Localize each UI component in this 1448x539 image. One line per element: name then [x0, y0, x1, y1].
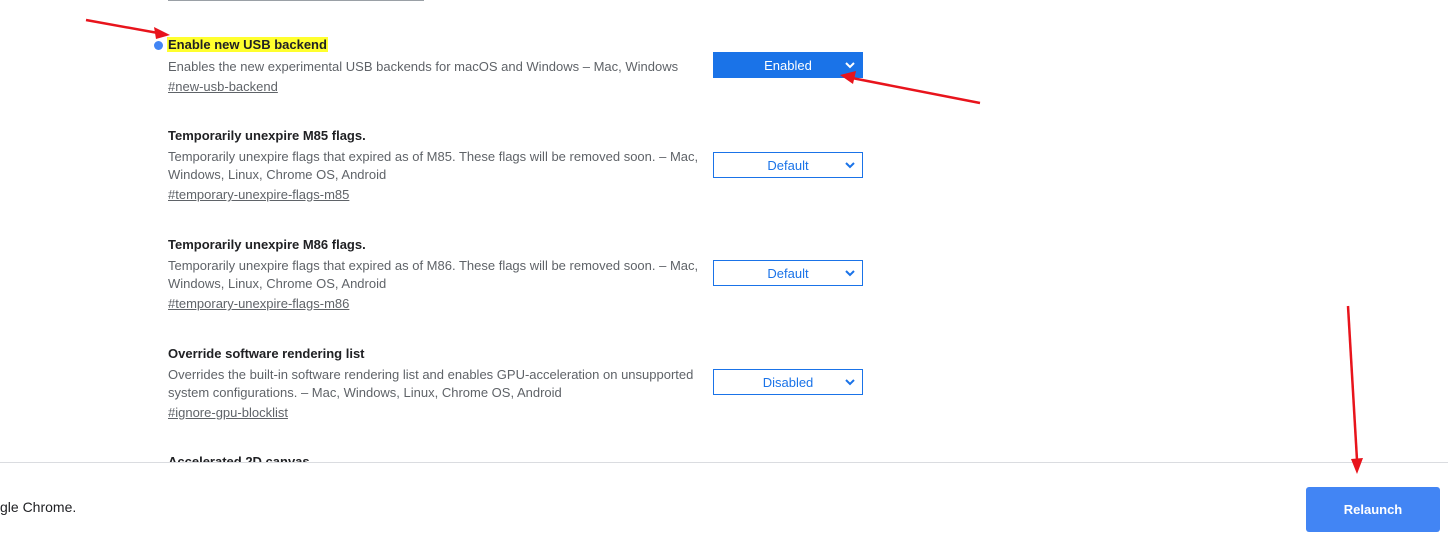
flag-item-unexpire-m85: Temporarily unexpire M85 flags. Temporar…	[168, 127, 708, 204]
select-value: Default	[767, 265, 809, 281]
relaunch-footer: gle Chrome. Relaunch	[0, 462, 1448, 539]
flag-item-unexpire-m86: Temporarily unexpire M86 flags. Temporar…	[168, 236, 708, 313]
flag-title: Temporarily unexpire M86 flags.	[168, 237, 366, 252]
flag-select-unexpire-m85[interactable]: Default	[713, 152, 863, 178]
flags-list: Enable new USB backend Enables the new e…	[0, 0, 1448, 462]
flag-title: Accelerated 2D canvas	[168, 454, 310, 462]
flag-title: Enable new USB backend	[167, 37, 328, 52]
chevron-down-icon	[845, 62, 855, 69]
flag-permalink[interactable]: #ignore-gpu-blocklist	[168, 404, 288, 422]
flag-select-unexpire-m86[interactable]: Default	[713, 260, 863, 286]
modified-indicator-dot	[154, 41, 163, 50]
flag-title: Temporarily unexpire M85 flags.	[168, 128, 366, 143]
flag-select-new-usb-backend[interactable]: Enabled	[713, 52, 863, 78]
flag-permalink[interactable]: #temporary-unexpire-flags-m85	[168, 186, 349, 204]
chevron-down-icon	[845, 379, 855, 386]
flag-item-accelerated-2d-canvas: Accelerated 2D canvas	[168, 453, 708, 462]
select-value: Disabled	[762, 374, 814, 390]
relaunch-message: gle Chrome.	[0, 499, 77, 515]
flag-description: Temporarily unexpire flags that expired …	[168, 258, 699, 291]
flag-permalink[interactable]: #temporary-unexpire-flags-m86	[168, 295, 349, 313]
relaunch-button[interactable]: Relaunch	[1306, 487, 1440, 532]
flag-select-ignore-gpu-blocklist[interactable]: Disabled	[713, 369, 863, 395]
flag-permalink[interactable]: #new-usb-backend	[168, 78, 278, 96]
flag-description: Temporarily unexpire flags that expired …	[168, 149, 699, 182]
chevron-down-icon	[845, 162, 855, 169]
select-value: Enabled	[764, 57, 812, 73]
flag-title: Override software rendering list	[168, 346, 365, 361]
flag-item-new-usb-backend: Enable new USB backend Enables the new e…	[167, 36, 708, 96]
select-value: Default	[767, 157, 809, 173]
previous-flag-permalink-underline	[168, 0, 424, 2]
chevron-down-icon	[845, 270, 855, 277]
flag-description: Overrides the built-in software renderin…	[168, 367, 694, 400]
flag-item-ignore-gpu-blocklist: Override software rendering list Overrid…	[168, 345, 708, 422]
flag-description: Enables the new experimental USB backend…	[168, 59, 679, 74]
